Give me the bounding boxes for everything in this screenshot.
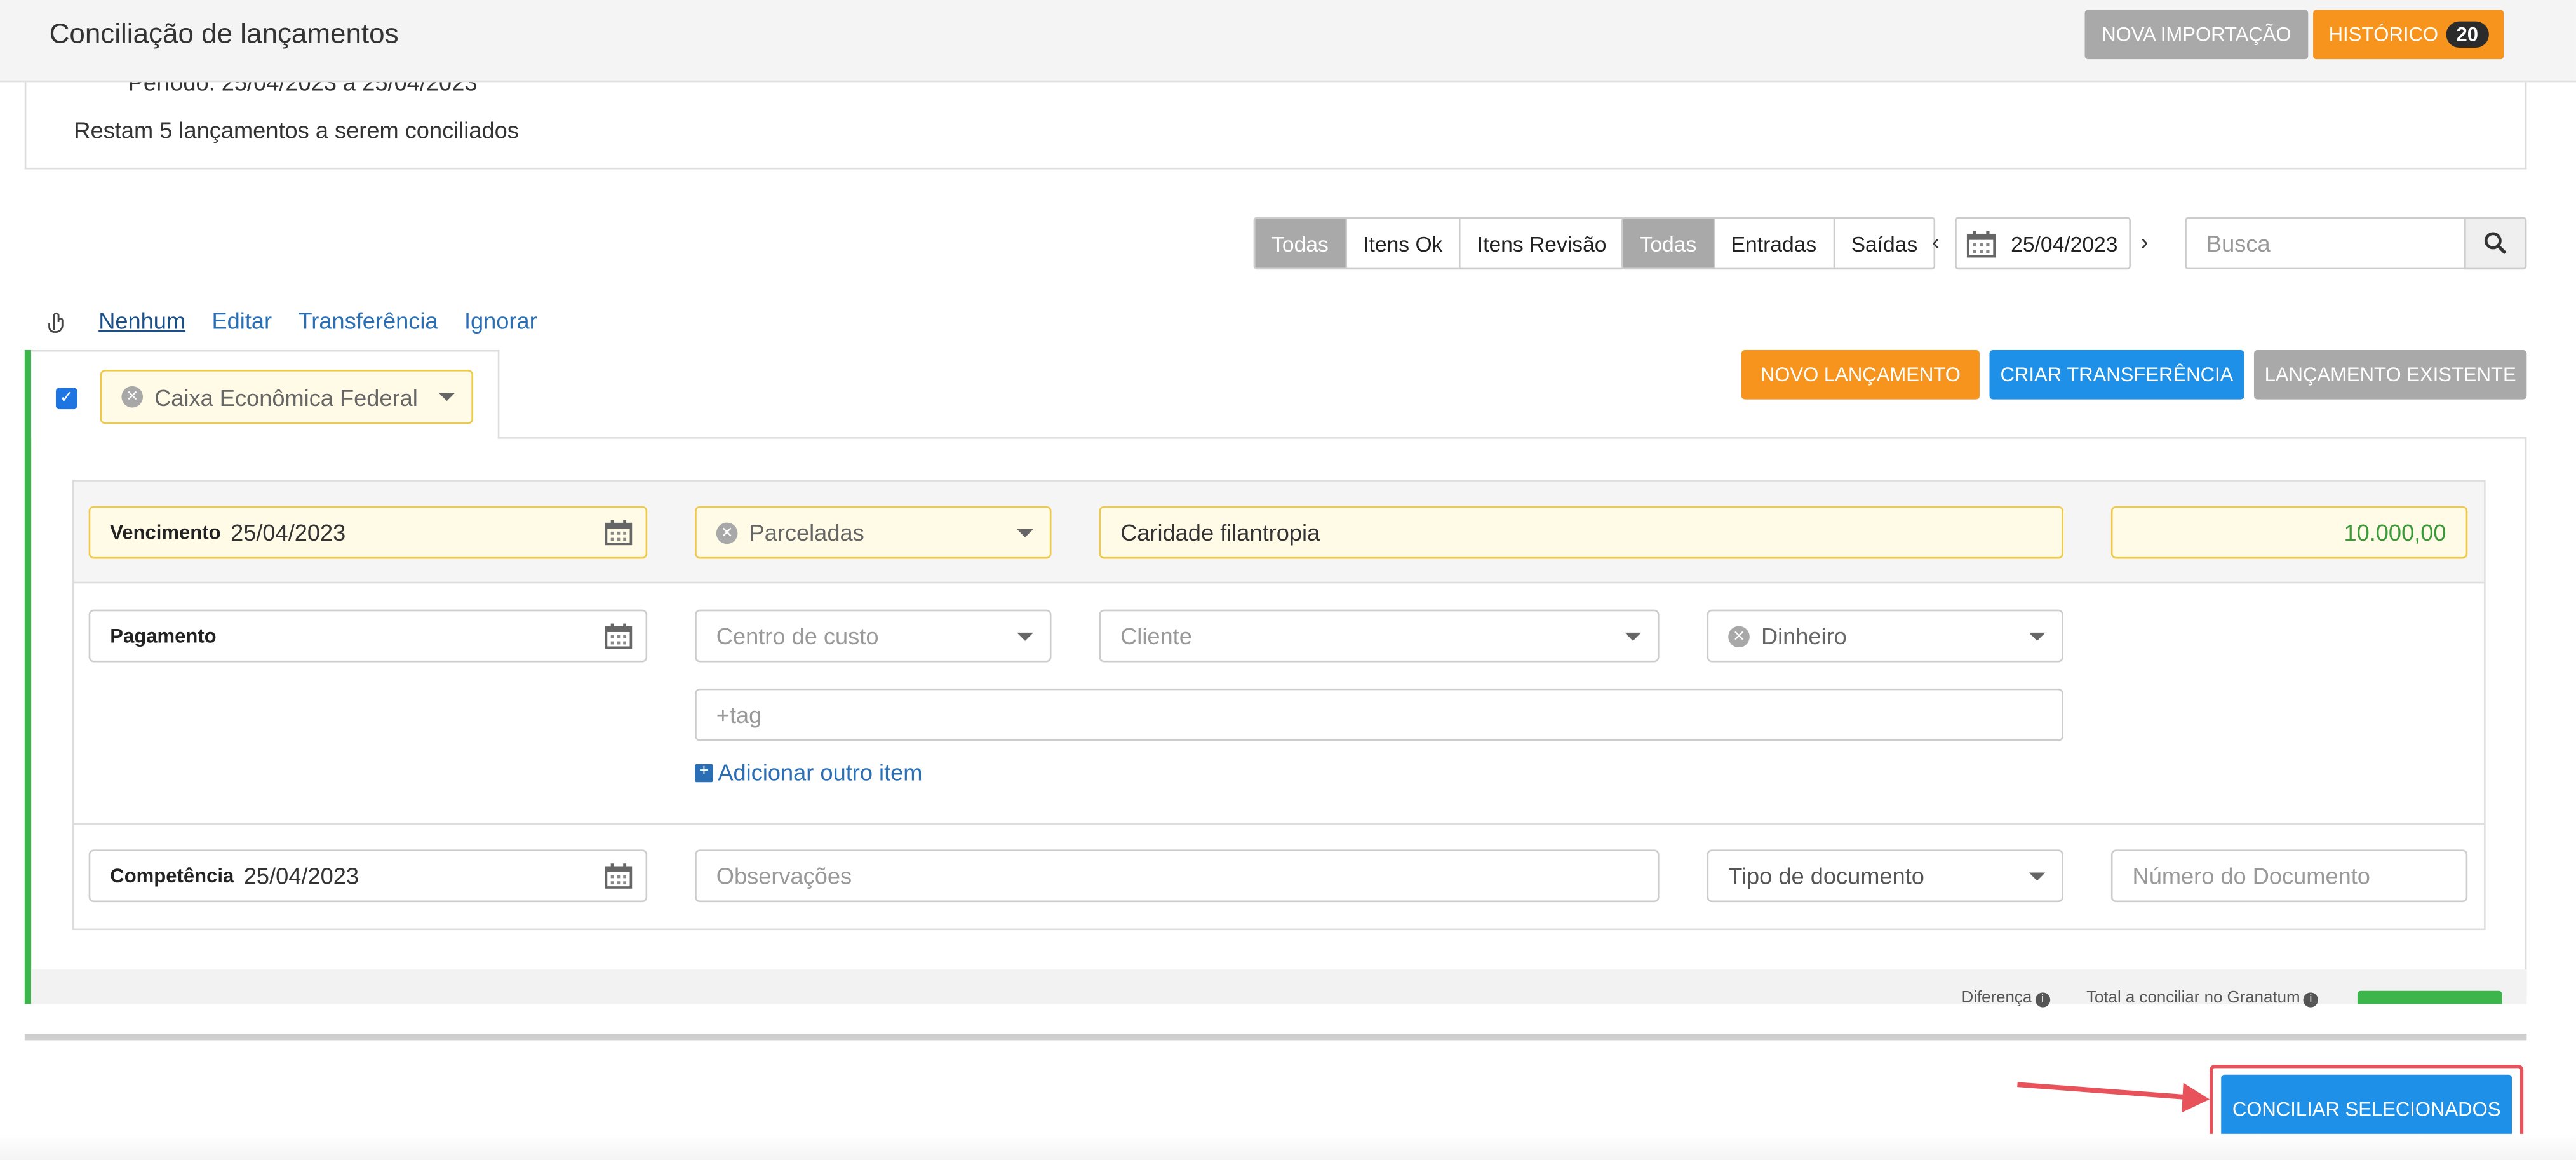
amount-value: 10.000,00 (2344, 519, 2446, 546)
difference-label: Diferença i (1962, 989, 2050, 1008)
status-filter-review[interactable]: Itens Revisão (1460, 219, 1623, 268)
chevron-right-icon[interactable]: › (2140, 229, 2148, 255)
doc-type-select[interactable]: Tipo de documento (1707, 849, 2063, 903)
due-date-field[interactable]: Vencimento 25/04/2023 (88, 506, 648, 559)
new-entry-button[interactable]: NOVO LANÇAMENTO (1741, 349, 1980, 400)
action-links: Nenhum Editar Transferência Ignorar (46, 307, 563, 334)
direction-filter-all[interactable]: Todas (1623, 219, 1715, 268)
edit-link[interactable]: Editar (211, 307, 272, 334)
status-filter: Todas Itens Ok Itens Revisão (1253, 217, 1625, 270)
chevron-left-icon[interactable]: ‹ (1932, 229, 1940, 255)
category-value: Parceladas (749, 519, 864, 546)
description-input[interactable]: Caridade filantropia (1099, 506, 2063, 559)
competence-date-value: 25/04/2023 (243, 863, 359, 889)
calendar-icon[interactable] (605, 519, 633, 546)
add-item-label: Adicionar outro item (718, 759, 923, 786)
calendar-icon[interactable] (605, 863, 633, 889)
existing-entry-button[interactable]: LANÇAMENTO EXISTENTE (2253, 349, 2527, 400)
calendar-icon[interactable] (605, 623, 633, 649)
create-transfer-button[interactable]: CRIAR TRANSFERÊNCIA (1989, 349, 2244, 400)
history-button[interactable]: HISTÓRICO 20 (2313, 10, 2504, 60)
date-picker[interactable]: 25/04/2023 (1955, 217, 2131, 270)
ignore-link[interactable]: Ignorar (464, 307, 537, 334)
remaining-text: Restam 5 lançamentos a serem conciliados (74, 116, 519, 144)
form-divider (74, 823, 2485, 825)
chevron-down-icon (1625, 632, 1642, 641)
chevron-down-icon (2029, 872, 2046, 881)
select-none-link[interactable]: Nenhum (98, 307, 185, 334)
section-separator (24, 1034, 2527, 1041)
selected-indicator (24, 349, 32, 1004)
cost-center-select[interactable]: Centro de custo (695, 609, 1052, 663)
client-placeholder: Cliente (1120, 623, 1192, 649)
history-count-badge: 20 (2446, 21, 2488, 48)
plus-icon: + (695, 763, 713, 781)
chevron-down-icon (1017, 529, 1034, 537)
tag-input[interactable]: +tag (695, 688, 2063, 741)
entry-checkbox[interactable]: ✓ (55, 388, 77, 410)
due-date-value: 25/04/2023 (231, 519, 346, 546)
cost-center-placeholder: Centro de custo (716, 623, 879, 649)
competence-date-field[interactable]: Competência 25/04/2023 (88, 849, 648, 903)
competence-date-label: Competência (110, 864, 234, 887)
payment-date-label: Pagamento (110, 624, 217, 648)
account-value: Caixa Econômica Federal (154, 383, 418, 410)
payment-date-field[interactable]: Pagamento (88, 609, 648, 663)
add-item-link[interactable]: + Adicionar outro item (695, 759, 922, 785)
page-header: Conciliação de lançamentos NOVA IMPORTAÇ… (0, 0, 2576, 83)
bottom-shadow (0, 1133, 2576, 1160)
search-button[interactable] (2464, 217, 2527, 270)
direction-filter-out[interactable]: Saídas (1834, 219, 1935, 268)
panel-border-right (2525, 437, 2527, 996)
pointer-icon (48, 312, 64, 333)
doc-number-placeholder: Número do Documento (2132, 863, 2370, 889)
notes-placeholder: Observações (716, 863, 852, 889)
payment-method-select[interactable]: ✕ Dinheiro (1707, 609, 2063, 663)
search-icon (2484, 232, 2507, 255)
date-value: 25/04/2023 (2011, 231, 2118, 256)
direction-filter-in[interactable]: Entradas (1714, 219, 1835, 268)
payment-method-value: Dinheiro (1761, 623, 1847, 649)
total-label: Total a conciliar no Granatum i (2086, 989, 2319, 1008)
clear-icon[interactable]: ✕ (1728, 625, 1750, 647)
description-value: Caridade filantropia (1120, 519, 1320, 546)
history-label: HISTÓRICO (2328, 23, 2439, 46)
account-select[interactable]: ✕ Caixa Econômica Federal (100, 370, 473, 424)
chevron-down-icon (438, 393, 455, 401)
info-icon: i (2303, 992, 2319, 1008)
client-select[interactable]: Cliente (1099, 609, 1660, 663)
info-icon: i (2035, 992, 2050, 1008)
doc-number-input[interactable]: Número do Documento (2110, 849, 2468, 903)
new-import-button[interactable]: NOVA IMPORTAÇÃO (2084, 10, 2309, 60)
clear-icon[interactable]: ✕ (121, 386, 144, 408)
chevron-down-icon (2029, 632, 2046, 641)
clear-icon[interactable]: ✕ (716, 522, 738, 543)
annotation-arrow (2013, 1065, 2226, 1138)
due-date-label: Vencimento (110, 520, 221, 544)
amount-input[interactable]: 10.000,00 (2110, 506, 2468, 559)
page-title: Conciliação de lançamentos (49, 18, 399, 50)
panel-border (497, 437, 2527, 439)
search-input[interactable]: Busca (2185, 217, 2466, 270)
confirm-button[interactable] (2357, 990, 2502, 1004)
tag-placeholder: +tag (716, 701, 762, 728)
chevron-down-icon (1017, 632, 1034, 641)
status-filter-ok[interactable]: Itens Ok (1346, 219, 1461, 268)
doc-type-placeholder: Tipo de documento (1728, 863, 1924, 889)
status-filter-all[interactable]: Todas (1255, 219, 1347, 268)
category-select[interactable]: ✕ Parceladas (695, 506, 1052, 559)
calendar-icon (1966, 230, 1996, 257)
direction-filter: Todas Entradas Saídas (1621, 217, 1936, 270)
notes-input[interactable]: Observações (695, 849, 1660, 903)
transfer-link[interactable]: Transferência (298, 307, 438, 334)
